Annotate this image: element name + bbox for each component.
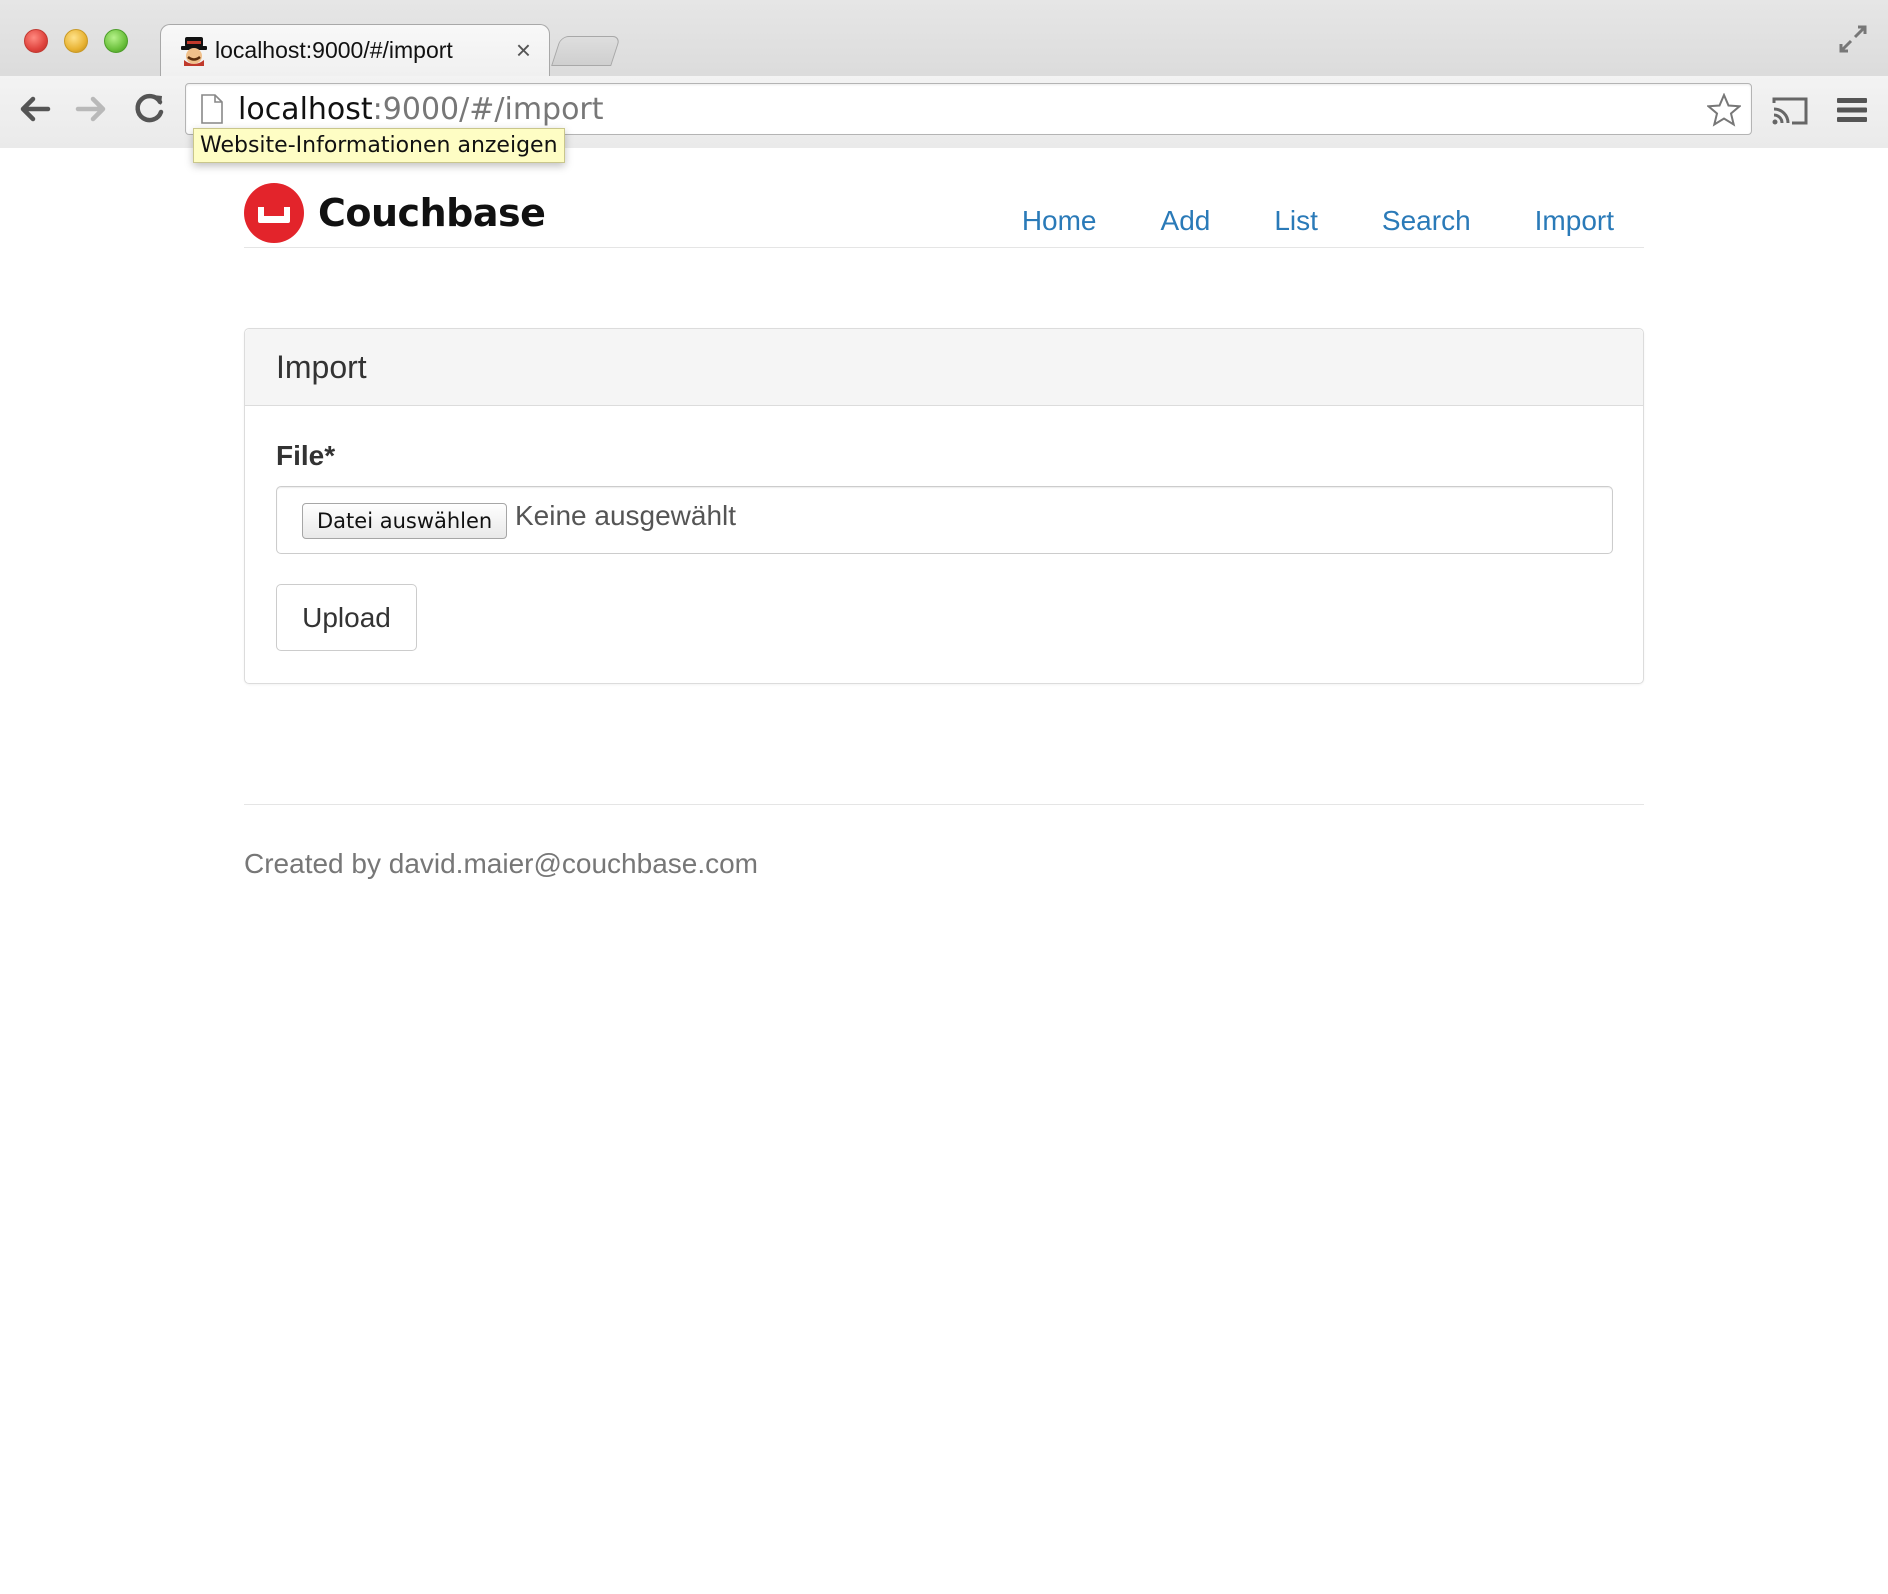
nav-link-search[interactable]: Search	[1382, 205, 1471, 237]
url-host: localhost	[238, 92, 373, 127]
nav-link-home[interactable]: Home	[1022, 205, 1097, 237]
panel-title: Import	[245, 329, 1643, 406]
favicon-icon	[181, 37, 207, 66]
choose-file-button[interactable]: Datei auswählen	[302, 503, 508, 539]
site-info-tooltip: Website-Informationen anzeigen	[193, 128, 565, 163]
tab-title: localhost:9000/#/import	[215, 37, 453, 63]
hamburger-menu-icon[interactable]	[1836, 96, 1868, 124]
upload-button[interactable]: Upload	[276, 584, 417, 651]
web-page: Couchbase Home Add List Search Import Im…	[0, 148, 1888, 1594]
couchbase-logo-icon	[244, 183, 304, 243]
import-panel: Import File* Datei auswählen Keine ausge…	[244, 328, 1644, 684]
tab-close-icon[interactable]: ×	[516, 35, 531, 66]
browser-tab[interactable]: localhost:9000/#/import ×	[160, 24, 550, 76]
brand[interactable]: Couchbase	[244, 182, 546, 244]
main-nav: Home Add List Search Import	[1022, 205, 1614, 237]
site-navbar: Couchbase Home Add List Search Import	[244, 182, 1644, 248]
nav-link-list[interactable]: List	[1274, 205, 1318, 237]
url-path: :9000/#/import	[372, 92, 604, 127]
forward-arrow-icon[interactable]	[72, 90, 110, 128]
cast-icon[interactable]	[1770, 95, 1810, 127]
file-input[interactable]: Datei auswählen Keine ausgewählt	[276, 486, 1613, 554]
nav-link-add[interactable]: Add	[1161, 205, 1211, 237]
zoom-window-button[interactable]	[104, 29, 128, 53]
reload-icon[interactable]	[130, 90, 168, 128]
file-label: File*	[276, 440, 336, 471]
nav-link-import[interactable]: Import	[1535, 205, 1614, 237]
brand-name: Couchbase	[318, 191, 546, 235]
close-window-button[interactable]	[24, 29, 48, 53]
address-url: localhost:9000/#/import	[238, 92, 604, 127]
bookmark-star-icon[interactable]	[1707, 93, 1741, 127]
fullscreen-icon[interactable]	[1838, 24, 1868, 54]
footer-credit: Created by david.maier@couchbase.com	[244, 848, 759, 879]
page-info-icon[interactable]	[200, 94, 224, 124]
new-tab-button[interactable]	[551, 36, 621, 66]
back-arrow-icon[interactable]	[16, 90, 54, 128]
footer-divider	[244, 804, 1644, 805]
file-status-text: Keine ausgewählt	[515, 500, 737, 531]
minimize-window-button[interactable]	[64, 29, 88, 53]
